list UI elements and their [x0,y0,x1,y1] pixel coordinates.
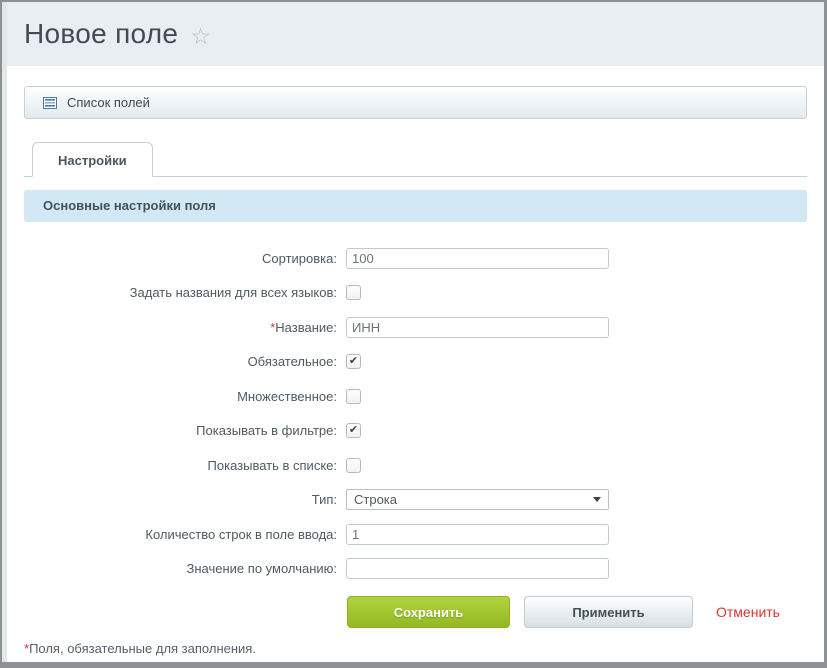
favorite-star-icon[interactable]: ☆ [190,23,211,50]
type-label: Тип: [24,492,337,507]
apply-button[interactable]: Применить [524,596,693,628]
form-row-required: Обязательное: ✔ [24,345,824,380]
show-in-list-checkbox[interactable] [346,458,361,473]
line-count-input[interactable] [346,524,609,545]
save-button[interactable]: Сохранить [347,596,510,628]
required-checkbox[interactable]: ✔ [346,354,361,369]
tab-bar: Настройки [24,139,807,177]
list-icon [42,95,58,111]
tab-settings[interactable]: Настройки [32,142,153,177]
type-select[interactable]: Строка [346,489,609,510]
show-in-filter-label: Показывать в фильтре: [24,423,337,438]
form-row-default-value: Значение по умолчанию: [24,552,824,587]
multiple-checkbox[interactable] [346,389,361,404]
form-row-show-in-filter: Показывать в фильтре: ✔ [24,414,824,449]
field-list-button[interactable]: Список полей [24,86,807,119]
type-select-value: Строка [354,492,397,507]
form-row-sort: Сортировка: [24,241,824,276]
name-label: *Название: [24,320,337,335]
content-area: Список полей Настройки Основные настройк… [2,86,824,656]
required-fields-note: *Поля, обязательные для заполнения. [24,641,824,656]
show-in-list-label: Показывать в списке: [24,458,337,473]
show-in-filter-checkbox[interactable]: ✔ [346,423,361,438]
default-value-label: Значение по умолчанию: [24,561,337,576]
form-row-name: *Название: [24,310,824,345]
sort-label: Сортировка: [24,251,337,266]
sort-input[interactable] [346,248,609,269]
page-header: Новое поле ☆ [2,2,824,66]
form-row-all-languages: Задать названия для всех языков: [24,276,824,311]
action-buttons: Сохранить Применить Отменить [347,596,824,628]
chevron-down-icon [593,497,601,502]
multiple-label: Множественное: [24,389,337,404]
name-input[interactable] [346,317,609,338]
form-row-multiple: Множественное: [24,379,824,414]
window: Новое поле ☆ Список полей Настройки Осно… [0,0,827,668]
settings-form: Сортировка: Задать названия для всех язы… [24,241,824,586]
all-languages-label: Задать названия для всех языков: [24,285,337,300]
section-header: Основные настройки поля [24,190,807,222]
line-count-label: Количество строк в поле ввода: [24,527,337,542]
form-row-line-count: Количество строк в поле ввода: [24,517,824,552]
form-row-show-in-list: Показывать в списке: [24,448,824,483]
required-label: Обязательное: [24,354,337,369]
default-value-input[interactable] [346,558,609,579]
page-title: Новое поле [24,18,178,50]
all-languages-checkbox[interactable] [346,285,361,300]
field-list-button-label: Список полей [67,95,150,110]
left-margin-strip [2,2,7,662]
cancel-link[interactable]: Отменить [716,604,780,620]
form-row-type: Тип: Строка [24,483,824,518]
